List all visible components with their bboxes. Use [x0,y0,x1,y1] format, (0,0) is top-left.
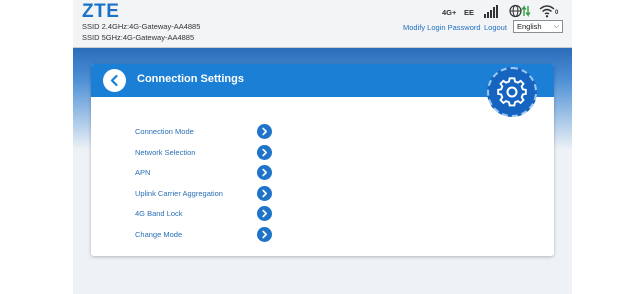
ssid-5ghz: SSID 5GHz:4G-Gateway-AA4885 [82,33,195,42]
language-selected-value: English [517,22,542,31]
chevron-right-icon[interactable] [257,186,272,201]
chevron-right-icon[interactable] [257,227,272,242]
page: ZTE SSID 2.4GHz:4G-Gateway-AA4885 SSID 5… [0,0,640,294]
menu-item-label: Connection Mode [135,127,194,136]
chevron-right-icon[interactable] [257,124,272,139]
modify-login-password-link[interactable]: Modify Login Password [403,23,481,32]
chevron-right-icon[interactable] [257,206,272,221]
internet-connected-icon [509,4,531,18]
card-header: Connection Settings [91,64,554,97]
language-select[interactable]: English ⌵ [513,20,563,33]
chevron-right-icon[interactable] [257,165,272,180]
menu-item-connection-mode[interactable]: Connection Mode [91,124,291,140]
back-button[interactable] [103,69,126,92]
gear-icon [497,77,527,107]
page-title: Connection Settings [137,73,244,85]
chevron-right-icon[interactable] [257,145,272,160]
menu-item-apn[interactable]: APN [91,165,291,181]
logout-link[interactable]: Logout [484,23,507,32]
menu-item-label: Uplink Carrier Aggregation [135,189,223,198]
network-type-indicator: 4G+ [442,8,457,17]
zte-logo: ZTE [82,1,120,22]
settings-badge [487,67,537,117]
chevron-left-icon [110,74,118,87]
ssid-2-4ghz: SSID 2.4GHz:4G-Gateway-AA4885 [82,22,201,31]
connection-settings-card: Connection Settings Connection Mode Netw… [91,64,554,256]
menu-item-uplink-carrier-aggregation[interactable]: Uplink Carrier Aggregation [91,186,291,202]
carrier-indicator: EE [464,8,475,17]
menu-item-label: 4G Band Lock [135,209,183,218]
menu-item-label: Change Mode [135,230,183,239]
menu-item-change-mode[interactable]: Change Mode [91,227,291,243]
top-bar: ZTE SSID 2.4GHz:4G-Gateway-AA4885 SSID 5… [73,0,572,48]
wifi-client-count: 0 [555,10,559,16]
menu-item-network-selection[interactable]: Network Selection [91,145,291,161]
menu-item-4g-band-lock[interactable]: 4G Band Lock [91,206,291,222]
menu-item-label: Network Selection [135,148,196,157]
menu-item-label: APN [135,168,151,177]
signal-strength-icon [484,5,498,18]
chevron-down-icon: ⌵ [553,23,559,30]
